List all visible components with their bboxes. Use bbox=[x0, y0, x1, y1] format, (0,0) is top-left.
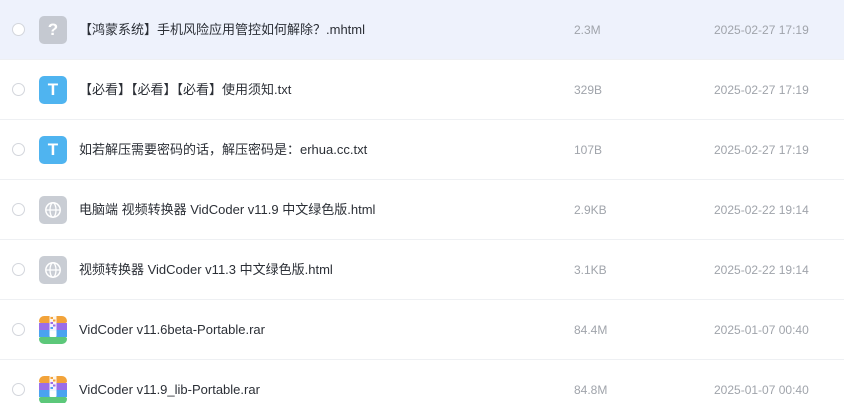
file-size: 3.1KB bbox=[574, 263, 607, 277]
file-name[interactable]: VidCoder v11.9_lib-Portable.rar bbox=[79, 381, 260, 399]
row-checkbox[interactable] bbox=[12, 23, 25, 36]
file-row[interactable]: 视频转换器 VidCoder v11.3 中文绿色版.html 3.1KB 20… bbox=[0, 240, 844, 300]
file-date: 2025-02-22 19:14 bbox=[714, 203, 809, 217]
file-size: 84.4M bbox=[574, 323, 608, 337]
row-checkbox[interactable] bbox=[12, 203, 25, 216]
file-row[interactable]: VidCoder v11.6beta-Portable.rar 84.4M 20… bbox=[0, 300, 844, 360]
file-name[interactable]: 视频转换器 VidCoder v11.3 中文绿色版.html bbox=[79, 261, 333, 279]
file-size: 2.9KB bbox=[574, 203, 607, 217]
row-checkbox[interactable] bbox=[12, 143, 25, 156]
archive-file-icon bbox=[39, 316, 67, 344]
file-name[interactable]: 如若解压需要密码的话，解压密码是：erhua.cc.txt bbox=[79, 141, 367, 159]
file-row[interactable]: T 如若解压需要密码的话，解压密码是：erhua.cc.txt 107B 202… bbox=[0, 120, 844, 180]
row-checkbox[interactable] bbox=[12, 83, 25, 96]
web-file-icon bbox=[39, 256, 67, 284]
file-size: 107B bbox=[574, 143, 603, 157]
text-file-icon: T bbox=[39, 76, 67, 104]
archive-file-icon bbox=[39, 376, 67, 403]
file-row[interactable]: VidCoder v11.9_lib-Portable.rar 84.8M 20… bbox=[0, 360, 844, 403]
file-date: 2025-02-22 19:14 bbox=[714, 263, 809, 277]
web-file-icon bbox=[39, 196, 67, 224]
file-row[interactable]: ? 【鸿蒙系统】手机风险应用管控如何解除？.mhtml 2.3M 2025-02… bbox=[0, 0, 844, 60]
file-name[interactable]: 电脑端 视频转换器 VidCoder v11.9 中文绿色版.html bbox=[79, 201, 375, 219]
file-date: 2025-02-27 17:19 bbox=[714, 23, 809, 37]
file-name[interactable]: 【鸿蒙系统】手机风险应用管控如何解除？.mhtml bbox=[79, 21, 365, 39]
text-file-icon: T bbox=[39, 136, 67, 164]
file-date: 2025-02-27 17:19 bbox=[714, 143, 809, 157]
file-row[interactable]: T 【必看】【必看】【必看】使用须知.txt 329B 2025-02-27 1… bbox=[0, 60, 844, 120]
file-list: ? 【鸿蒙系统】手机风险应用管控如何解除？.mhtml 2.3M 2025-02… bbox=[0, 0, 844, 403]
row-checkbox[interactable] bbox=[12, 263, 25, 276]
row-checkbox[interactable] bbox=[12, 323, 25, 336]
file-name[interactable]: VidCoder v11.6beta-Portable.rar bbox=[79, 321, 265, 339]
row-checkbox[interactable] bbox=[12, 383, 25, 396]
file-size: 329B bbox=[574, 83, 603, 97]
file-date: 2025-01-07 00:40 bbox=[714, 383, 809, 397]
file-row[interactable]: 电脑端 视频转换器 VidCoder v11.9 中文绿色版.html 2.9K… bbox=[0, 180, 844, 240]
file-date: 2025-01-07 00:40 bbox=[714, 323, 809, 337]
unknown-file-icon: ? bbox=[39, 16, 67, 44]
file-date: 2025-02-27 17:19 bbox=[714, 83, 809, 97]
file-size: 84.8M bbox=[574, 383, 608, 397]
file-name[interactable]: 【必看】【必看】【必看】使用须知.txt bbox=[79, 81, 291, 99]
file-size: 2.3M bbox=[574, 23, 601, 37]
